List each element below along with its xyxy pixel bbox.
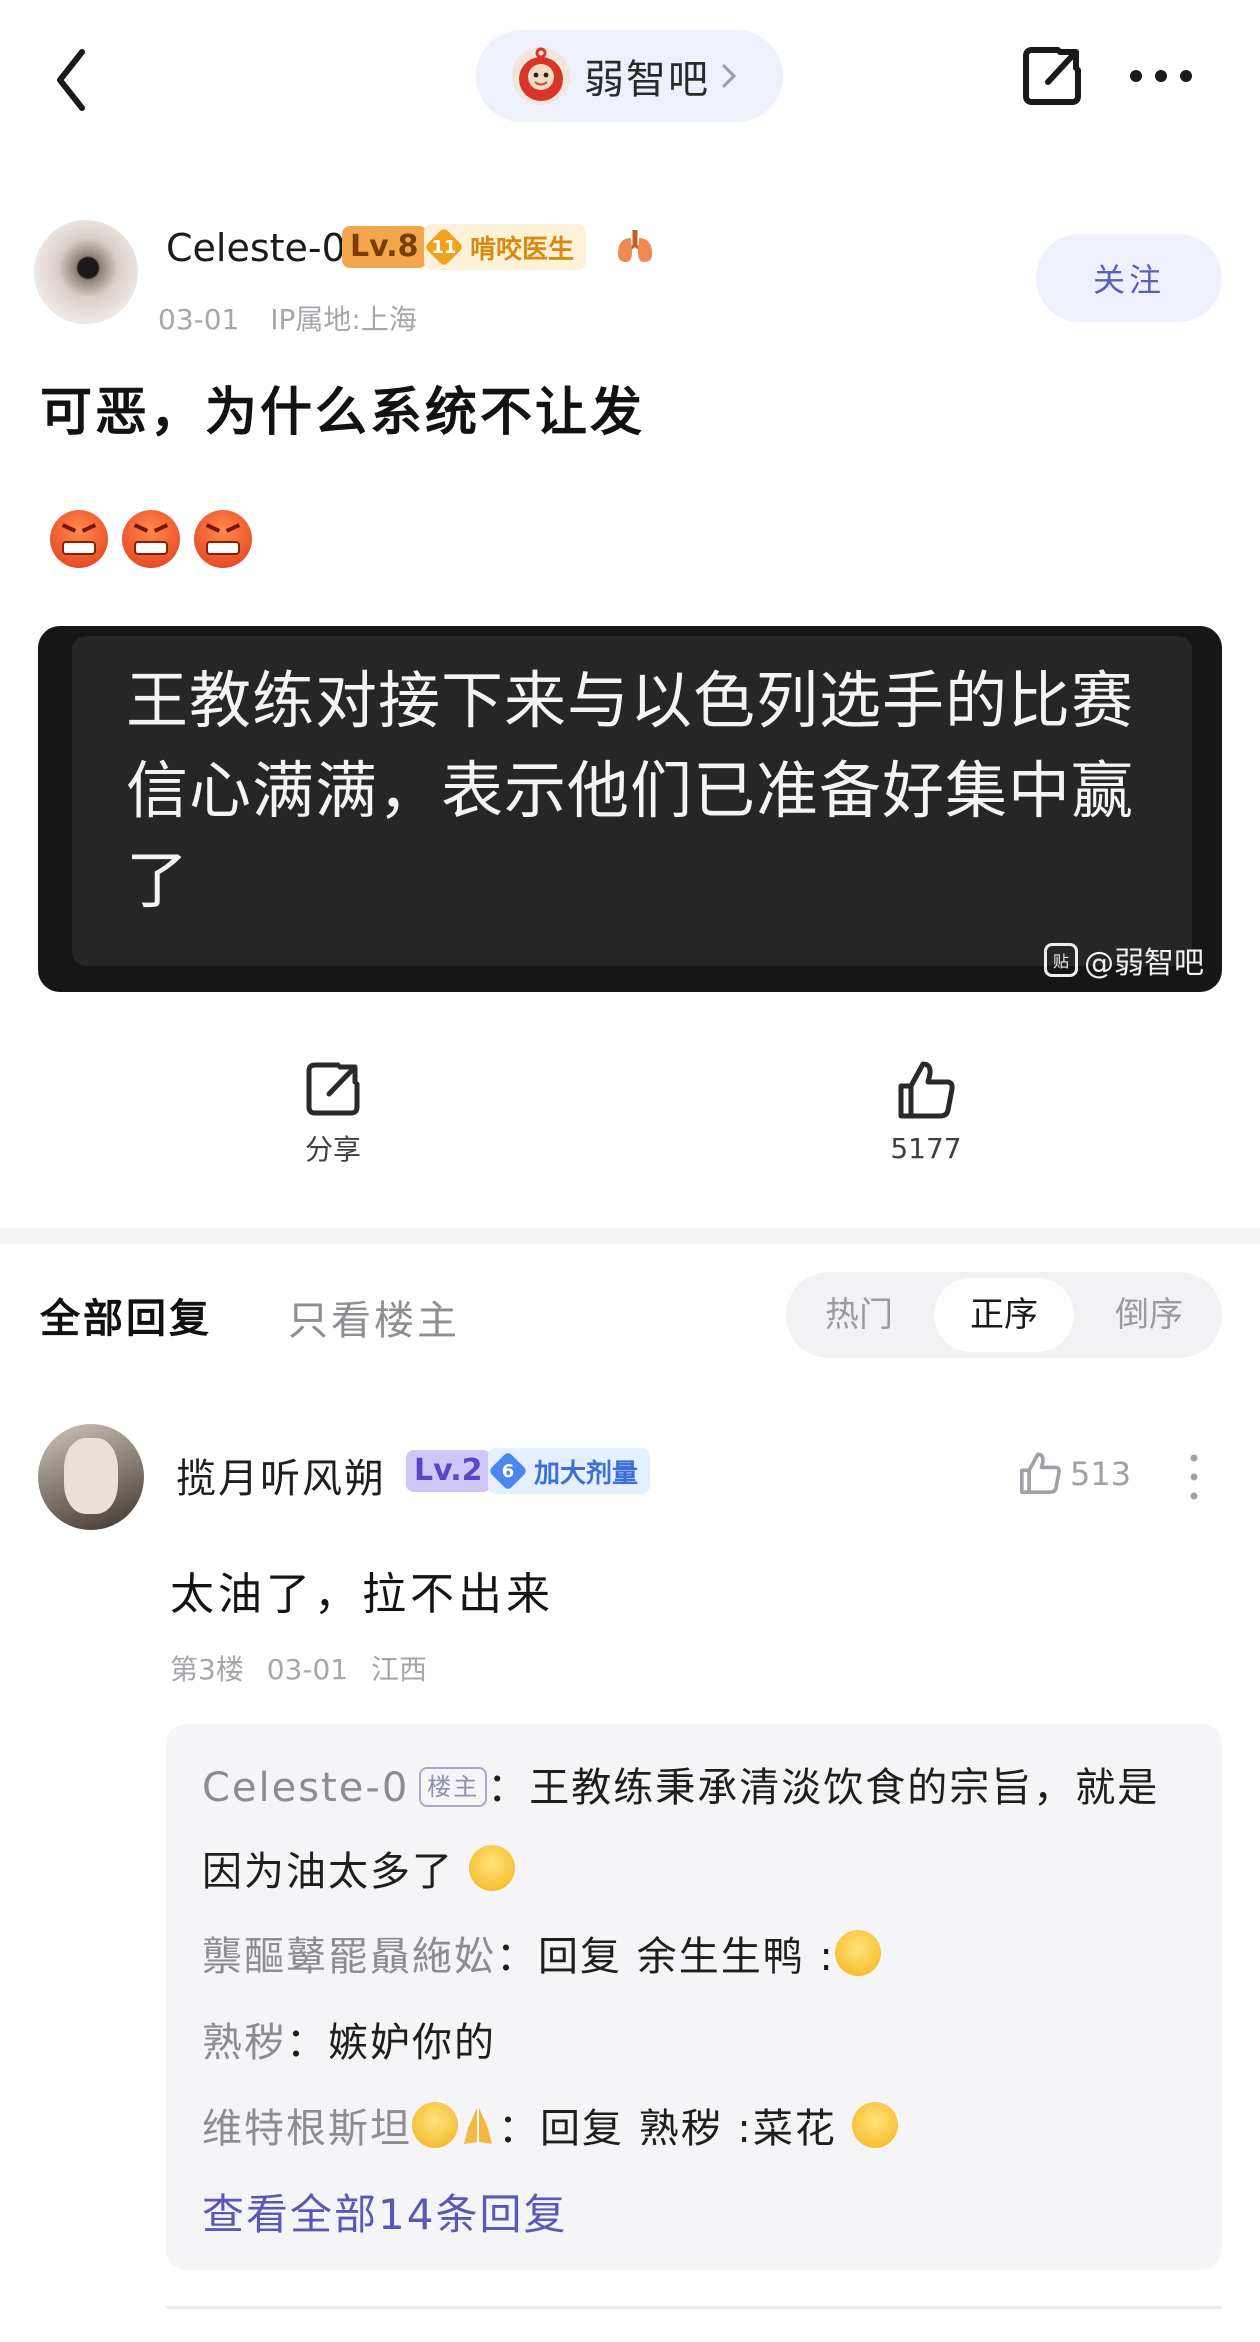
top-bar: 弱智吧 <box>0 0 1260 150</box>
sub-reply-author: 维特根斯坦 <box>202 2106 412 2152</box>
divider <box>166 2306 1222 2309</box>
post-meta: 03-01 IP属地:上海 <box>158 303 417 336</box>
sub-reply-author: 龒醧鼙罷贔絁妐 <box>202 1934 496 1980</box>
post-title: 可恶，为什么系统不让发 <box>40 383 646 443</box>
teletubby-icon <box>519 47 563 101</box>
share-button[interactable]: 分享 <box>233 1058 433 1168</box>
op-tag: 楼主 <box>419 1767 488 1807</box>
sub-reply: 熟秽：嫉妒你的 <box>202 2020 496 2066</box>
reply-like-button[interactable]: 513 <box>1016 1450 1131 1498</box>
yum-emoji-icon <box>851 2102 898 2148</box>
sub-replies[interactable]: Celeste-0 楼主 ：王教练秉承清淡饮食的宗旨，就是因为油太多了 龒醧鼙罷贔絁… <box>166 1724 1222 2270</box>
sort-descending[interactable]: 倒序 <box>1084 1272 1214 1358</box>
back-arrow-icon[interactable] <box>48 40 98 120</box>
angry-face-icon <box>122 510 180 568</box>
reply-meta: 第3楼 03-01 江西 <box>170 1653 427 1686</box>
like-button[interactable]: 5177 <box>826 1058 1026 1165</box>
author-name[interactable]: Celeste-0 <box>166 226 346 270</box>
like-count: 5177 <box>890 1132 962 1165</box>
title-badge: 6 加大剂量 <box>488 1448 651 1494</box>
view-all-replies-link[interactable]: 查看全部14条回复 <box>202 2172 1186 2258</box>
sub-reply: 龒醧鼙罷贔絁妐：回复 余生生鸭 : <box>202 1914 1186 2000</box>
forum-link-button[interactable]: 弱智吧 <box>476 30 783 122</box>
image-caption: 王教练对接下来与以色列选手的比赛信心满满，表示他们已准备好集中赢了 <box>126 664 1135 917</box>
post-emojis <box>50 510 252 568</box>
title-label: 啃咬医生 <box>470 234 575 265</box>
pray-hands-icon <box>458 2092 498 2144</box>
follow-button[interactable]: 关注 <box>1036 234 1222 322</box>
angry-face-icon <box>50 510 108 568</box>
post-image[interactable]: 王教练对接下来与以色列选手的比赛信心满满，表示他们已准备好集中赢了 贴 @弱智吧 <box>38 626 1222 992</box>
thumbs-up-icon <box>1020 1452 1061 1494</box>
more-vertical-icon[interactable] <box>1186 1452 1202 1502</box>
avatar[interactable] <box>38 1424 144 1530</box>
rank-diamond-icon: 11 <box>424 227 464 267</box>
forum-avatar <box>512 47 570 105</box>
title-badge: 11 啃咬医生 <box>424 224 587 270</box>
level-badge: Lv.2 <box>406 1450 491 1492</box>
tab-op-only[interactable]: 只看楼主 <box>288 1288 460 1346</box>
avatar[interactable] <box>34 220 138 324</box>
share-icon <box>306 1062 360 1116</box>
reply-tabs: 全部回复 只看楼主 热门 正序 倒序 <box>0 1270 1260 1366</box>
share-icon[interactable] <box>1018 42 1086 110</box>
sort-hot[interactable]: 热门 <box>794 1272 924 1358</box>
lungs-icon <box>618 230 652 262</box>
sort-ascending[interactable]: 正序 <box>934 1278 1074 1352</box>
tab-all-replies[interactable]: 全部回复 <box>40 1286 212 1344</box>
rank-diamond-icon: 6 <box>488 1451 528 1491</box>
tieba-logo-icon: 贴 <box>1044 943 1078 977</box>
sub-reply: 维特根斯坦 ：回复 熟秽 :菜花 <box>202 2086 1186 2172</box>
watermark: 贴 @弱智吧 <box>1044 938 1204 982</box>
section-divider <box>0 1228 1260 1244</box>
smile-emoji-icon <box>468 1845 515 1891</box>
reply-text: 太油了，拉不出来 <box>170 1569 554 1620</box>
angry-face-icon <box>194 510 252 568</box>
reply-like-count: 513 <box>1070 1455 1132 1493</box>
grin-emoji-icon <box>834 1930 881 1976</box>
thumbs-up-icon <box>898 1061 955 1119</box>
nerd-face-icon <box>412 2102 458 2148</box>
sub-reply: Celeste-0 楼主 ：王教练秉承清淡饮食的宗旨，就是因为油太多了 <box>202 1765 1160 1895</box>
more-icon[interactable] <box>1128 68 1194 84</box>
forum-name: 弱智吧 <box>584 57 710 103</box>
share-label: 分享 <box>304 1133 361 1166</box>
sub-reply-author: 熟秽 <box>202 2020 286 2066</box>
sort-toggle: 热门 正序 倒序 <box>786 1272 1222 1358</box>
level-badge: Lv.8 <box>342 226 427 268</box>
reply-author-name[interactable]: 揽月听风朔 <box>176 1446 386 1504</box>
title-label: 加大剂量 <box>534 1458 639 1489</box>
chevron-right-icon <box>722 64 737 88</box>
sub-reply-author: Celeste-0 <box>202 1765 410 1811</box>
